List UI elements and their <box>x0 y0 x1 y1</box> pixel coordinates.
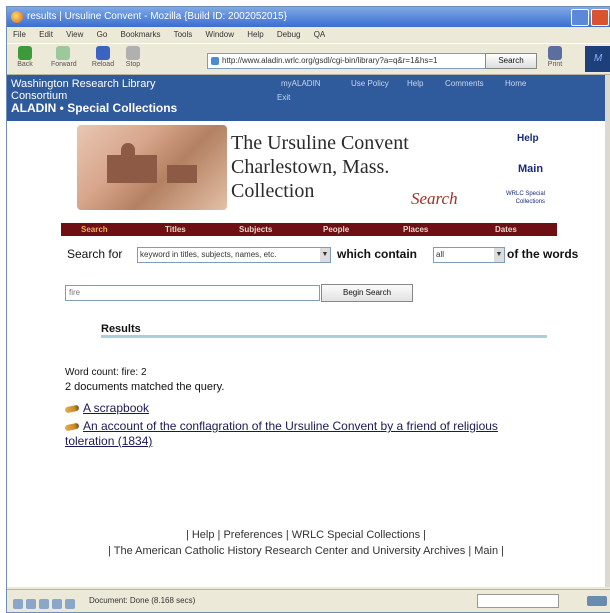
collection-title: The Ursuline Convent Charlestown, Mass. … <box>231 132 409 202</box>
wrlc-special-collections-link[interactable]: WRLC Special Collections <box>495 190 545 206</box>
nav-exit-link[interactable]: Exit <box>277 93 290 102</box>
footer-archive-links[interactable]: | The American Catholic History Research… <box>7 545 605 557</box>
forward-arrow-icon <box>56 46 70 60</box>
tab-subjects[interactable]: Subjects <box>239 223 272 236</box>
stop-button[interactable]: Stop <box>121 46 145 68</box>
reload-icon <box>96 46 110 60</box>
page-heading-search: Search <box>411 189 458 208</box>
tab-titles[interactable]: Titles <box>165 223 186 236</box>
nav-comments-link[interactable]: Comments <box>445 79 484 88</box>
addressbook-icon[interactable] <box>52 599 62 609</box>
convent-engraving-image <box>77 125 227 210</box>
window-title: results | Ursuline Convent - Mozilla {Bu… <box>27 11 287 22</box>
footer-links[interactable]: | Help | Preferences | WRLC Special Coll… <box>7 529 605 541</box>
word-count: Word count: fire: 2 <box>65 367 147 378</box>
nav-help-link[interactable]: Help <box>407 79 423 88</box>
menu-edit[interactable]: Edit <box>39 30 53 39</box>
menu-qa[interactable]: QA <box>314 30 326 39</box>
status-icons <box>13 596 78 612</box>
search-form: Search for keyword in titles, subjects, … <box>61 245 581 265</box>
reload-button[interactable]: Reload <box>91 46 115 68</box>
nav-home-link[interactable]: Home <box>505 79 526 88</box>
of-the-words-label: of the words <box>507 247 579 261</box>
wrlc-banner: Washington Research Library Consortium A… <box>7 75 605 121</box>
minimize-button[interactable] <box>571 9 589 26</box>
tab-places[interactable]: Places <box>403 223 428 236</box>
org-name: Washington Research Library Consortium A… <box>11 78 178 115</box>
status-bar: Document: Done (8.168 secs) <box>7 589 610 612</box>
tab-search[interactable]: Search <box>81 223 108 236</box>
progress-box <box>477 594 559 608</box>
menu-window[interactable]: Window <box>206 30 234 39</box>
url-field[interactable]: http://www.aladin.wrlc.org/gsdl/cgi-bin/… <box>207 53 493 69</box>
menu-bar: File Edit View Go Bookmarks Tools Window… <box>7 27 610 43</box>
search-terms-input[interactable]: fire <box>65 285 320 301</box>
menu-debug[interactable]: Debug <box>277 30 301 39</box>
menu-tools[interactable]: Tools <box>174 30 193 39</box>
tab-people[interactable]: People <box>323 223 349 236</box>
menu-go[interactable]: Go <box>97 30 108 39</box>
document-pen-icon <box>64 422 80 432</box>
menu-help[interactable]: Help <box>247 30 263 39</box>
forward-button[interactable]: Forward <box>51 46 77 68</box>
result-link-scrapbook[interactable]: A scrapbook <box>64 401 535 416</box>
search-button[interactable]: Search <box>485 53 537 69</box>
results-divider <box>101 335 547 338</box>
result-link-account-conflagration[interactable]: An account of the conflagration of the U… <box>64 419 535 449</box>
menu-view[interactable]: View <box>66 30 83 39</box>
nav-myaladin-link[interactable]: myALADIN <box>281 79 321 88</box>
quantifier-select[interactable]: all ▼ <box>433 247 505 263</box>
chevron-down-icon: ▼ <box>494 248 504 262</box>
page-content: Washington Research Library Consortium A… <box>7 75 605 587</box>
mail-icon[interactable] <box>26 599 36 609</box>
help-link[interactable]: Help <box>517 133 539 144</box>
document-pen-icon <box>64 404 80 414</box>
tab-dates[interactable]: Dates <box>495 223 517 236</box>
begin-search-button[interactable]: Begin Search <box>321 284 413 302</box>
menu-bookmarks[interactable]: Bookmarks <box>121 30 161 39</box>
main-link[interactable]: Main <box>518 163 543 175</box>
which-contain-label: which contain <box>337 247 418 261</box>
menu-file[interactable]: File <box>13 30 26 39</box>
printer-icon <box>548 46 562 60</box>
search-field-select[interactable]: keyword in titles, subjects, names, etc.… <box>137 247 331 263</box>
chevron-down-icon: ▼ <box>320 248 330 262</box>
print-button[interactable]: Print <box>543 46 567 68</box>
collection-tabs: Search Titles Subjects People Places Dat… <box>61 223 557 236</box>
status-text: Document: Done (8.168 secs) <box>89 596 196 605</box>
close-button[interactable] <box>591 9 609 26</box>
online-status-icon <box>587 596 607 606</box>
results-heading: Results <box>101 323 141 335</box>
back-button[interactable]: Back <box>13 46 37 68</box>
back-arrow-icon <box>18 46 32 60</box>
composer-icon[interactable] <box>39 599 49 609</box>
browser-window: results | Ursuline Convent - Mozilla {Bu… <box>6 6 610 613</box>
match-count: 2 documents matched the query. <box>65 381 225 393</box>
title-bar: results | Ursuline Convent - Mozilla {Bu… <box>7 7 610 27</box>
navigator-icon[interactable] <box>13 599 23 609</box>
mozilla-throbber-icon: M <box>585 46 610 72</box>
firefox-icon <box>11 11 23 23</box>
stop-icon <box>126 46 140 60</box>
nav-toolbar: Back Forward Reload Stop http://www.alad… <box>7 43 610 75</box>
search-for-label: Search for <box>67 247 123 261</box>
nav-use-policy-link[interactable]: Use Policy <box>351 79 389 88</box>
vertical-scrollbar[interactable] <box>605 75 610 587</box>
irc-icon[interactable] <box>65 599 75 609</box>
